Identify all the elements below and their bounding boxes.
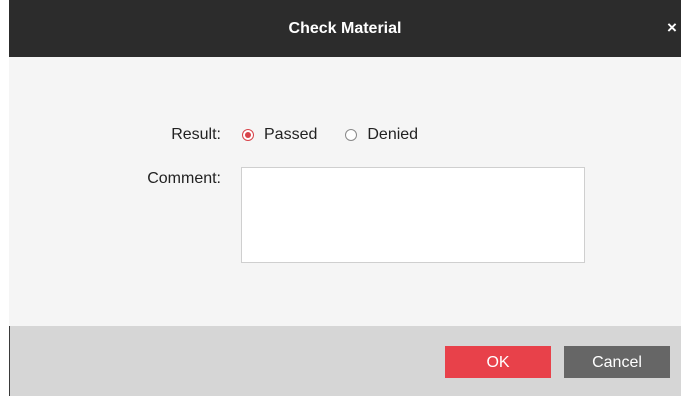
result-radio-group: Passed Denied bbox=[242, 124, 446, 146]
radio-denied-label[interactable]: Denied bbox=[367, 126, 418, 144]
radio-passed[interactable]: Passed bbox=[242, 126, 317, 144]
check-material-dialog: Check Material × Result: Passed Denied C… bbox=[9, 0, 681, 396]
close-icon[interactable]: × bbox=[667, 0, 681, 57]
cancel-button[interactable]: Cancel bbox=[564, 346, 670, 378]
comment-input[interactable] bbox=[241, 167, 585, 263]
result-label: Result: bbox=[171, 126, 221, 143]
dialog-body: Result: Passed Denied Comment: bbox=[9, 57, 681, 326]
dialog-titlebar: Check Material × bbox=[9, 0, 681, 57]
dialog-left-edge bbox=[9, 326, 10, 396]
ok-button[interactable]: OK bbox=[445, 346, 551, 378]
radio-unchecked-icon[interactable] bbox=[345, 129, 358, 141]
radio-denied[interactable]: Denied bbox=[345, 126, 418, 144]
comment-label: Comment: bbox=[147, 170, 221, 187]
radio-passed-label[interactable]: Passed bbox=[264, 126, 317, 144]
dialog-footer: OK Cancel bbox=[9, 326, 681, 396]
dialog-title: Check Material bbox=[288, 20, 402, 37]
radio-checked-icon[interactable] bbox=[242, 129, 254, 141]
